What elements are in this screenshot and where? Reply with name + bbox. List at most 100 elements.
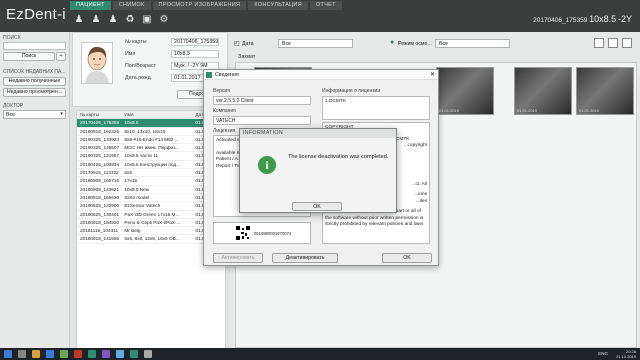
- task-icon[interactable]: [102, 350, 110, 358]
- col-chart-no[interactable]: № карты: [77, 111, 124, 118]
- task-icon[interactable]: [74, 350, 82, 358]
- add-patient-icon[interactable]: ♟: [72, 13, 86, 27]
- license-label: Лицензия: [213, 128, 236, 134]
- about-ok-button[interactable]: OK: [382, 253, 432, 263]
- gallery-title: Захват: [238, 54, 256, 60]
- clock-date: 21.10.2019: [615, 354, 636, 359]
- info-icon: i: [258, 156, 276, 174]
- patient-title-age: -2Y: [617, 14, 632, 24]
- table-cell: 10x8.5: [124, 120, 139, 126]
- about-title: Сведения: [215, 72, 239, 78]
- ezdent-task-icon[interactable]: [130, 350, 138, 358]
- info-label: № карты: [125, 39, 147, 45]
- recent-viewed-button[interactable]: Недавно просмотрен...: [3, 88, 66, 97]
- main-tabs: ПАЦИЕНТ СНИМОК ПРОСМОТР ИЗОБРАЖЕНИЯ КОНС…: [70, 1, 342, 10]
- recent-received-button[interactable]: Недавно полученные: [3, 77, 66, 86]
- doctor-label: ДОКТОР: [3, 103, 24, 109]
- start-icon[interactable]: [4, 350, 12, 358]
- filter-icon[interactable]: ◰: [234, 40, 240, 47]
- patient-photo: [81, 42, 113, 84]
- activate-button[interactable]: Активировать: [213, 253, 263, 263]
- system-clock[interactable]: 20:28 21.10.2019: [616, 349, 636, 359]
- taskbar: ENG 20:28 21.10.2019: [0, 348, 640, 360]
- patient-title-name: 10x8.5: [589, 14, 617, 24]
- information-dialog: INFORMATION i The license deactivation w…: [239, 128, 397, 213]
- doctor-select[interactable]: Все ▾: [3, 110, 66, 119]
- company-field: VATECH: [213, 116, 311, 125]
- task-icon[interactable]: [88, 350, 96, 358]
- table-cell: 20180918_165630: [80, 194, 120, 200]
- image-thumbnail[interactable]: 01.01.2019: [436, 67, 494, 115]
- date-filter-label: Дата: [242, 41, 254, 47]
- mode-filter-select[interactable]: Все: [435, 39, 510, 48]
- grid-view-icon[interactable]: [608, 38, 618, 48]
- table-cell: 10x8.5 New: [124, 186, 150, 192]
- settings-icon[interactable]: ⚙: [157, 13, 171, 27]
- edit-patient-icon[interactable]: ♟: [89, 13, 103, 27]
- col-name[interactable]: Имя: [124, 111, 195, 118]
- close-icon[interactable]: ✕: [430, 70, 435, 80]
- table-cell: PaX-i3D Green 17x15 M...: [124, 211, 180, 217]
- delete-patient-icon[interactable]: ♟: [106, 13, 120, 27]
- table-cell: 8x8-#16-Endo #14 M82 ...: [124, 136, 179, 142]
- info-label: Имя: [125, 51, 136, 57]
- about-titlebar: Сведения ✕: [204, 70, 438, 80]
- chart-no-field: 20170406_175359: [171, 38, 219, 46]
- task-icon[interactable]: [18, 350, 26, 358]
- add-search-button[interactable]: +: [56, 52, 66, 61]
- table-cell: 20190325_145507: [80, 145, 120, 151]
- detail-view-icon[interactable]: [622, 38, 632, 48]
- deactivate-button[interactable]: Деактивировать: [272, 253, 338, 263]
- task-icon[interactable]: [46, 350, 54, 358]
- product-info-label: Информация о лицензии: [322, 88, 381, 94]
- task-icon[interactable]: [144, 350, 152, 358]
- table-cell: 20190625_122900: [80, 203, 120, 209]
- table-cell: 8x10, 13x10, 18x10: [124, 128, 166, 134]
- table-cell: 20180908_165716: [80, 178, 120, 184]
- current-patient-title: 20170406_175359 10x8.5 -2Y: [533, 14, 632, 24]
- info-label: Пол/Возраст: [125, 63, 157, 69]
- task-icon[interactable]: [60, 350, 68, 358]
- tab-capture[interactable]: СНИМОК: [112, 1, 151, 10]
- tab-patient[interactable]: ПАЦИЕНТ: [70, 1, 111, 10]
- table-cell: 20190625_130401: [80, 211, 120, 217]
- table-cell: 20180918_141555: [80, 236, 120, 242]
- merge-patient-icon[interactable]: ♻: [123, 13, 137, 27]
- image-thumbnail[interactable]: 01.01.2019: [576, 67, 634, 115]
- search-label: ПОИСК: [3, 35, 21, 41]
- table-cell: 20180908_143621: [80, 186, 120, 192]
- tab-consultation[interactable]: КОНСУЛЬТАЦИЯ: [248, 1, 308, 10]
- product-info-area: 1.DCMTK: [322, 96, 430, 120]
- table-cell: 5x5, 8x8, 12x8, 16x9 OB...: [124, 236, 180, 242]
- date-filter-select[interactable]: Все: [278, 39, 353, 48]
- table-cell: 20180426_100834: [80, 161, 120, 167]
- tab-image-view[interactable]: ПРОСМОТР ИЗОБРАЖЕНИЯ: [152, 1, 247, 10]
- date-filter-value: Все: [282, 41, 291, 47]
- serial-number: 0510880001970074: [254, 231, 292, 236]
- mode-filter-value: Все: [439, 41, 448, 47]
- language-indicator[interactable]: ENG: [598, 351, 608, 356]
- table-cell: Mr Belg: [124, 228, 141, 234]
- patient-toolbar: ♟ ♟ ♟ ♻ ▣ ⚙: [72, 13, 171, 27]
- search-button[interactable]: Поиск: [3, 52, 55, 61]
- list-view-icon[interactable]: [594, 38, 604, 48]
- table-cell: 20190325_133923: [80, 136, 120, 142]
- tab-report[interactable]: ОТЧЕТ: [309, 1, 342, 10]
- search-input[interactable]: [3, 42, 66, 50]
- table-cell: 17x15: [124, 178, 138, 184]
- export-icon[interactable]: ▣: [140, 13, 154, 27]
- company-label: Компания: [213, 108, 236, 114]
- image-thumbnail[interactable]: 01.01.2019: [514, 67, 572, 115]
- task-icon[interactable]: [116, 350, 124, 358]
- chevron-down-icon: ▾: [60, 111, 63, 117]
- task-icon[interactable]: [32, 350, 40, 358]
- table-cell: 20190325_121957: [80, 153, 120, 159]
- version-field: ver.2.5.5.0 Client: [213, 96, 311, 105]
- mode-indicator-icon: ●: [390, 39, 395, 46]
- product-info-value: 1.DCMTK: [325, 99, 347, 104]
- recent-label: СПИСОК НЕДАВНИХ ПА...: [3, 69, 66, 75]
- app-logo: EzDent-i: [6, 6, 66, 23]
- info-row-name: Имя 10x8.5: [125, 50, 219, 58]
- information-ok-button[interactable]: OK: [292, 202, 342, 211]
- table-cell: 10x8.5 части 11: [124, 153, 159, 159]
